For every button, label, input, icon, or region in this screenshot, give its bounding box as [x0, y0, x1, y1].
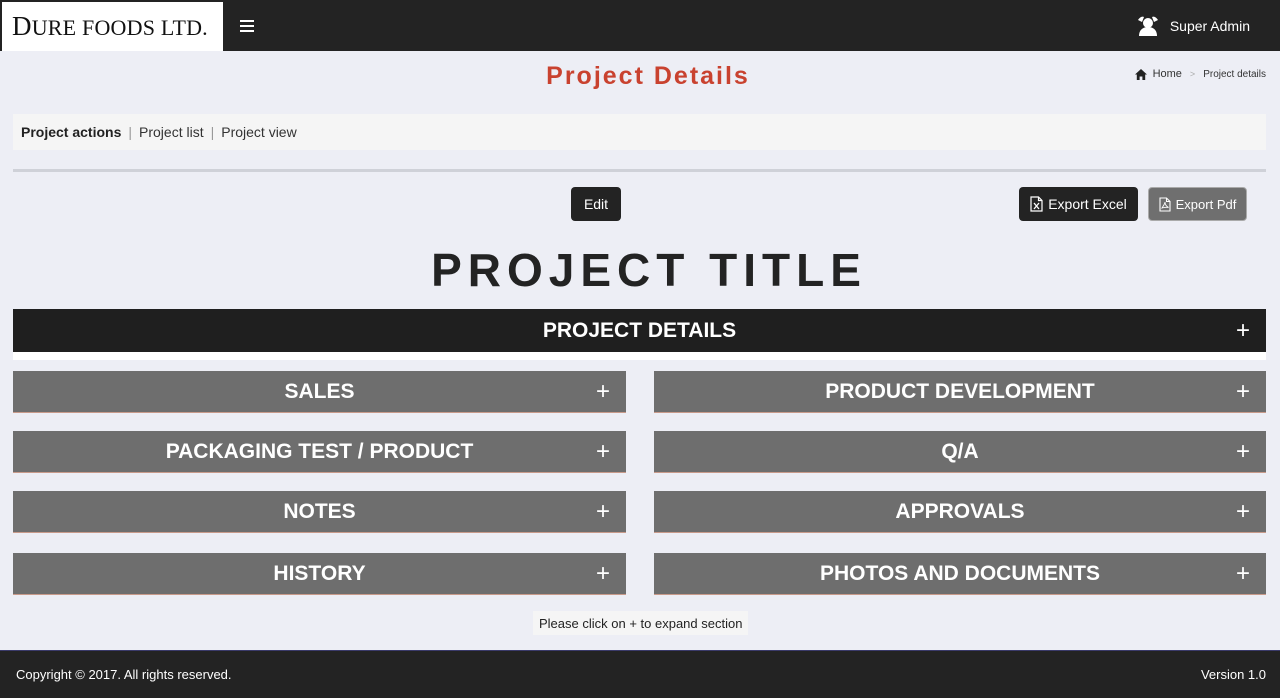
- excel-file-icon: [1030, 196, 1043, 212]
- expand-plus-icon[interactable]: +: [1236, 439, 1250, 464]
- divider: [13, 169, 1266, 172]
- section-history[interactable]: HISTORY +: [13, 553, 626, 595]
- section-label: SALES: [284, 379, 355, 403]
- section-label: HISTORY: [273, 561, 366, 585]
- user-name: Super Admin: [1169, 17, 1250, 34]
- home-icon: [1134, 68, 1147, 80]
- section-label: PACKAGING TEST / PRODUCT: [165, 439, 474, 463]
- section-sales[interactable]: SALES +: [13, 371, 626, 413]
- page-title: Project Details: [546, 62, 750, 90]
- expand-plus-icon[interactable]: +: [596, 379, 610, 404]
- export-pdf-label: Export Pdf: [1175, 196, 1237, 212]
- version-text: Version 1.0: [1200, 667, 1266, 682]
- breadcrumb-current: Project details: [1203, 68, 1266, 80]
- expand-plus-icon[interactable]: +: [596, 561, 610, 586]
- section-notes[interactable]: NOTES +: [13, 491, 626, 533]
- section-label: APPROVALS: [895, 499, 1025, 523]
- footer: Copyright © 2017. All rights reserved. V…: [0, 650, 1280, 698]
- export-excel-label: Export Excel: [1048, 196, 1127, 212]
- project-view-link[interactable]: Project view: [221, 124, 296, 140]
- breadcrumb: Home > Project details: [1134, 68, 1266, 80]
- actions-separator: |: [210, 124, 215, 140]
- section-product-development[interactable]: PRODUCT DEVELOPMENT +: [654, 371, 1266, 413]
- export-excel-button[interactable]: Export Excel: [1019, 187, 1138, 221]
- breadcrumb-home[interactable]: Home: [1134, 68, 1182, 80]
- section-approvals[interactable]: APPROVALS +: [654, 491, 1266, 533]
- export-pdf-button[interactable]: Export Pdf: [1148, 187, 1247, 221]
- section-label: PRODUCT DEVELOPMENT: [825, 379, 1095, 403]
- project-actions-label: Project actions: [21, 124, 122, 140]
- actions-separator: |: [128, 124, 133, 140]
- breadcrumb-home-label: Home: [1152, 68, 1182, 80]
- top-navbar: DURE FOODS LTD. Super Admin: [0, 0, 1280, 51]
- edit-button-label: Edit: [583, 196, 609, 212]
- section-qa[interactable]: Q/A +: [654, 431, 1266, 473]
- project-title: PROJECT TITLE: [431, 244, 867, 296]
- expand-plus-icon[interactable]: +: [596, 439, 610, 464]
- brand-name: DURE FOODS LTD.: [12, 11, 208, 41]
- section-label: Q/A: [941, 439, 979, 463]
- brand-logo[interactable]: DURE FOODS LTD.: [0, 0, 223, 51]
- section-label: NOTES: [283, 499, 356, 523]
- user-avatar-icon: [1137, 16, 1158, 36]
- expand-hint: Please click on + to expand section: [533, 611, 749, 635]
- section-packaging-test-product[interactable]: PACKAGING TEST / PRODUCT +: [13, 431, 626, 473]
- expand-plus-icon[interactable]: +: [1236, 318, 1250, 343]
- section-project-details[interactable]: PROJECT DETAILS +: [13, 309, 1266, 360]
- project-actions-bar: Project actions | Project list | Project…: [13, 114, 1266, 150]
- breadcrumb-separator: >: [1189, 69, 1196, 79]
- expand-plus-icon[interactable]: +: [1236, 499, 1250, 524]
- expand-plus-icon[interactable]: +: [596, 499, 610, 524]
- section-photos-and-documents[interactable]: PHOTOS AND DOCUMENTS +: [654, 553, 1266, 595]
- user-menu[interactable]: Super Admin: [1136, 14, 1250, 38]
- pdf-file-icon: [1159, 196, 1171, 212]
- copyright-text: Copyright © 2017. All rights reserved.: [16, 667, 232, 682]
- edit-button[interactable]: Edit: [571, 187, 621, 221]
- hamburger-icon[interactable]: [237, 16, 257, 36]
- section-label: PHOTOS AND DOCUMENTS: [819, 561, 1100, 585]
- section-project-details-label: PROJECT DETAILS: [542, 318, 737, 342]
- project-list-link[interactable]: Project list: [139, 124, 204, 140]
- expand-plus-icon[interactable]: +: [1236, 561, 1250, 586]
- expand-plus-icon[interactable]: +: [1236, 379, 1250, 404]
